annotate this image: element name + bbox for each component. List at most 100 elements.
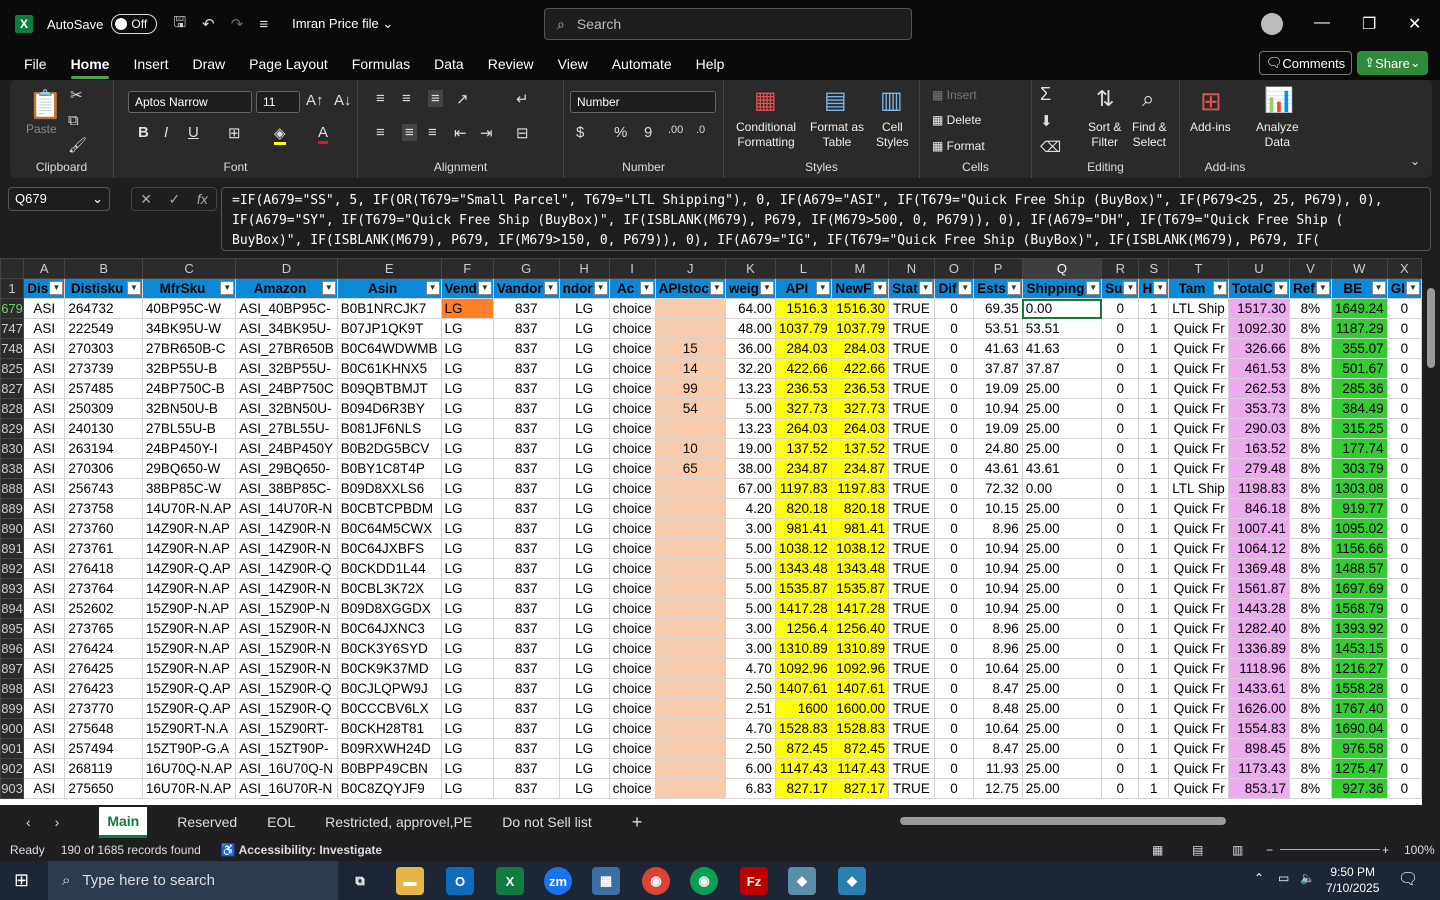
table-cell[interactable]: 43.61 xyxy=(1021,458,1103,479)
table-cell[interactable]: 1 xyxy=(1138,698,1170,719)
table-cell[interactable]: 1697.69 xyxy=(1330,578,1388,599)
table-cell[interactable]: 0 xyxy=(1386,318,1422,339)
table-cell[interactable]: 1568.79 xyxy=(1330,598,1388,619)
zoom-level[interactable]: 100% xyxy=(1404,843,1435,857)
table-cell[interactable]: 5.00 xyxy=(724,598,776,619)
select-all-corner[interactable] xyxy=(0,258,25,279)
row-number[interactable]: 894 xyxy=(0,598,25,619)
table-cell[interactable]: Quick Fr xyxy=(1168,638,1229,659)
column-letter[interactable]: K xyxy=(724,258,776,279)
table-cell[interactable]: 981.41 xyxy=(830,518,890,539)
table-cell[interactable]: LG xyxy=(440,298,494,319)
table-cell[interactable]: 1336.89 xyxy=(1227,638,1291,659)
table-cell[interactable]: 1535.87 xyxy=(774,578,832,599)
table-cell[interactable]: TRUE xyxy=(888,418,935,439)
table-cell[interactable]: 1600 xyxy=(774,698,832,719)
excel-taskbar-icon[interactable]: X xyxy=(496,867,524,895)
table-cell[interactable]: 0 xyxy=(1386,658,1422,679)
table-cell[interactable]: B0C64M5CWX xyxy=(336,518,442,539)
table-cell[interactable]: 273760 xyxy=(64,518,143,539)
table-cell[interactable]: 10.94 xyxy=(973,538,1023,559)
table-cell[interactable]: 0 xyxy=(1101,378,1140,399)
table-cell[interactable]: 837 xyxy=(492,438,560,459)
table-cell[interactable]: B0CJLQPW9J xyxy=(336,678,442,699)
table-cell[interactable]: 0.00 xyxy=(1021,478,1103,499)
search-input[interactable]: ⌕ Search xyxy=(544,8,912,40)
tab-insert[interactable]: Insert xyxy=(133,56,168,72)
align-top-icon[interactable]: ≡ xyxy=(376,90,385,107)
table-cell[interactable]: 38.00 xyxy=(724,458,776,479)
table-cell[interactable]: LG xyxy=(558,458,610,479)
column-letter[interactable]: X xyxy=(1386,258,1422,279)
table-cell[interactable]: 1038.12 xyxy=(830,538,890,559)
table-cell[interactable]: ASI xyxy=(23,598,66,619)
table-cell[interactable]: ASI xyxy=(23,418,66,439)
filter-dropdown-icon[interactable]: ▼ xyxy=(1123,281,1138,295)
table-cell[interactable]: 25.00 xyxy=(1021,498,1103,519)
table-cell[interactable]: 8% xyxy=(1289,658,1332,679)
tab-draw[interactable]: Draw xyxy=(192,56,225,72)
table-cell[interactable]: 14Z90R-N.AP xyxy=(141,578,237,599)
table-cell[interactable]: 8% xyxy=(1289,558,1332,579)
table-cell[interactable]: 32BP55U-B xyxy=(141,358,237,379)
table-cell[interactable]: TRUE xyxy=(888,478,935,499)
table-cell[interactable]: 0 xyxy=(1386,338,1422,359)
table-cell[interactable]: choice xyxy=(608,618,656,639)
table-cell[interactable]: 262.53 xyxy=(1227,378,1291,399)
file-name[interactable]: Imran Price file ⌄ xyxy=(292,16,393,32)
table-cell[interactable]: 1516.30 xyxy=(830,298,890,319)
table-cell[interactable]: LG xyxy=(558,758,610,779)
table-cell[interactable] xyxy=(654,778,726,799)
table-cell[interactable]: 0 xyxy=(933,778,975,799)
table-cell[interactable]: 0 xyxy=(1386,398,1422,419)
increase-decimal-icon[interactable]: .00 xyxy=(668,124,683,136)
table-cell[interactable]: TRUE xyxy=(888,638,935,659)
table-cell[interactable]: 0 xyxy=(1386,638,1422,659)
table-cell[interactable]: ASI_15Z90RT- xyxy=(235,718,338,739)
table-cell[interactable]: 8% xyxy=(1289,458,1332,479)
table-cell[interactable]: TRUE xyxy=(888,698,935,719)
table-cell[interactable]: 250309 xyxy=(64,398,143,419)
table-cell[interactable]: 0 xyxy=(933,318,975,339)
table-cell[interactable]: 14U70R-N.AP xyxy=(141,498,237,519)
font-name-select[interactable]: Aptos Narrow xyxy=(128,91,252,113)
column-letter[interactable]: R xyxy=(1101,258,1140,279)
align-middle-icon[interactable]: ≡ xyxy=(402,90,411,107)
table-cell[interactable]: 1007.41 xyxy=(1227,518,1291,539)
table-cell[interactable]: 0 xyxy=(1101,318,1140,339)
row-number[interactable]: 891 xyxy=(0,538,25,559)
row-number[interactable]: 900 xyxy=(0,718,25,739)
row-number[interactable]: 1 xyxy=(0,278,25,299)
table-cell[interactable]: ASI_24BP450Y xyxy=(235,438,338,459)
table-cell[interactable]: 837 xyxy=(492,458,560,479)
table-cell[interactable]: LTL Ship xyxy=(1168,478,1229,499)
app-icon-2[interactable]: ◆ xyxy=(838,867,866,895)
filter-dropdown-icon[interactable]: ▼ xyxy=(639,281,654,295)
row-number[interactable]: 895 xyxy=(0,618,25,639)
table-cell[interactable]: ASI xyxy=(23,398,66,419)
cell-styles-button[interactable]: Cell Styles xyxy=(876,120,909,150)
table-cell[interactable]: ASI xyxy=(23,318,66,339)
table-cell[interactable]: 919.77 xyxy=(1330,498,1388,519)
table-cell[interactable]: B0CK3Y6SYD xyxy=(336,638,442,659)
table-cell[interactable]: 25.00 xyxy=(1021,418,1103,439)
page-break-view-icon[interactable]: ▥ xyxy=(1232,843,1243,857)
table-cell[interactable]: 273764 xyxy=(64,578,143,599)
table-cell[interactable]: 837 xyxy=(492,318,560,339)
table-cell[interactable]: 177.74 xyxy=(1330,438,1388,459)
table-cell[interactable]: 0 xyxy=(933,638,975,659)
row-number[interactable]: 838 xyxy=(0,458,25,479)
table-cell[interactable]: TRUE xyxy=(888,378,935,399)
filter-dropdown-icon[interactable]: ▼ xyxy=(873,281,888,295)
spreadsheet-grid[interactable]: A B C D E F G H I J K L M N O P Q R S T U V W X 1 Dis ▼ Distisku ▼ Mf… xyxy=(0,258,1422,805)
table-cell[interactable]: 276424 xyxy=(64,638,143,659)
table-cell[interactable]: 19.00 xyxy=(724,438,776,459)
table-cell[interactable]: 8% xyxy=(1289,438,1332,459)
format-as-table-button[interactable]: Format as Table xyxy=(810,120,864,150)
delete-cells-button[interactable]: ▦ Delete xyxy=(932,113,981,128)
table-cell[interactable]: TRUE xyxy=(888,578,935,599)
table-cell[interactable]: 25.00 xyxy=(1021,558,1103,579)
table-cell[interactable] xyxy=(654,298,726,319)
table-cell[interactable]: 163.52 xyxy=(1227,438,1291,459)
table-cell[interactable]: 0 xyxy=(1101,478,1140,499)
